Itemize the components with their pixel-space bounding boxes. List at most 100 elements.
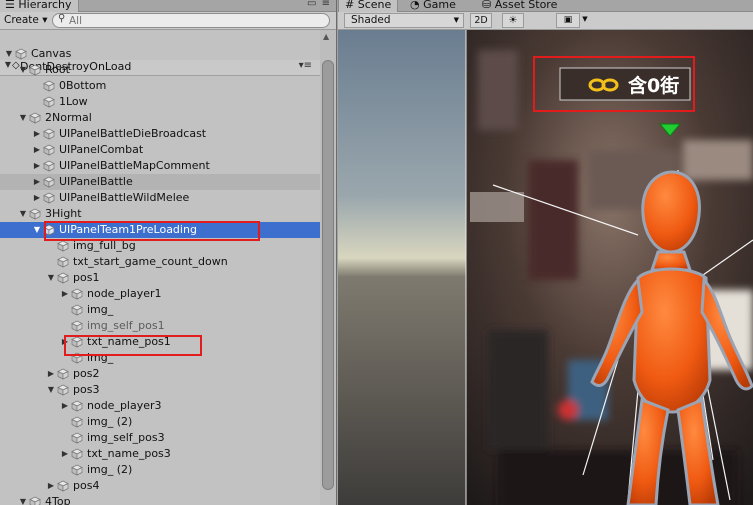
hierarchy-scrollbar[interactable]: ▲ [320, 30, 336, 505]
expand-arrow-icon[interactable]: ▶ [60, 334, 70, 350]
hierarchy-toolbar: Create ▾ ⚲ [0, 12, 336, 30]
collapse-arrow-icon[interactable]: ▼ [46, 382, 56, 398]
ui-placeholder-rect [470, 192, 524, 222]
collapse-arrow-icon[interactable]: ▼ [18, 206, 28, 222]
tree-item-label: txt_start_game_count_down [73, 255, 228, 268]
expand-arrow-icon[interactable]: ▶ [32, 174, 42, 190]
tree-item[interactable]: ▶ pos2 [0, 366, 320, 382]
collapse-arrow-icon[interactable]: ▼ [18, 494, 28, 505]
toggle-2d-button[interactable]: 2D [470, 13, 492, 28]
tree-item[interactable]: ▼ pos1 [0, 270, 320, 286]
tree-item-label: pos4 [73, 479, 100, 492]
shading-mode-label: Shaded [351, 14, 391, 26]
image-effects-dropdown-icon[interactable]: ▼ [580, 13, 590, 28]
gameobject-cube-icon [71, 352, 83, 364]
expand-arrow-icon[interactable]: ▶ [46, 366, 56, 382]
dropdown-arrow-icon: ▼ [453, 16, 459, 24]
tree-item[interactable]: ▼ Root [0, 62, 320, 78]
search-box[interactable]: ⚲ [52, 13, 330, 28]
tree-item[interactable]: ▼ 2Normal [0, 110, 320, 126]
tree-item-label: node_player3 [87, 399, 162, 412]
tree-item[interactable]: ▼ Canvas [0, 46, 320, 62]
tree-item[interactable]: ▶ txt_name_pos3 [0, 446, 320, 462]
tab-scene[interactable]: # Scene [338, 0, 399, 12]
tree-item[interactable]: ▶ node_player3 [0, 398, 320, 414]
expand-arrow-icon[interactable]: ▶ [32, 190, 42, 206]
tab-game[interactable]: ◔ Game [404, 0, 462, 12]
tree-item[interactable]: img_ [0, 350, 320, 366]
tree-item[interactable]: img_ (2) [0, 414, 320, 430]
expand-arrow-icon[interactable]: ▶ [32, 142, 42, 158]
expand-arrow-icon[interactable]: ▶ [32, 126, 42, 142]
tree-item[interactable]: img_self_pos3 [0, 430, 320, 446]
gameobject-cube-icon [71, 336, 83, 348]
gameobject-cube-icon [71, 304, 83, 316]
expand-arrow-icon[interactable]: ▶ [60, 398, 70, 414]
tree-item[interactable]: ▶ UIPanelBattleWildMelee [0, 190, 320, 206]
tree-item-label: pos2 [73, 367, 100, 380]
gameobject-cube-icon [71, 432, 83, 444]
tree-item[interactable]: ▼ UIPanelTeam1PreLoading [0, 222, 320, 238]
hierarchy-tab[interactable]: ☰ Hierarchy [0, 0, 79, 12]
hierarchy-tab-bar: ☰ Hierarchy ▭ ≡ [0, 0, 336, 12]
collapse-arrow-icon[interactable]: ▼ [32, 222, 42, 238]
tree-item[interactable]: txt_start_game_count_down [0, 254, 320, 270]
tree-item[interactable]: ▶ pos4 [0, 478, 320, 494]
gameobject-cube-icon [71, 320, 83, 332]
expand-arrow-icon[interactable]: ▶ [32, 158, 42, 174]
tree-item[interactable]: ▶ UIPanelBattleMapComment [0, 158, 320, 174]
expand-arrow-icon[interactable]: ▶ [46, 478, 56, 494]
expand-arrow-icon[interactable]: ▶ [60, 286, 70, 302]
tree-item-label: 3Hight [45, 207, 82, 220]
tree-item[interactable]: ▼ 3Hight [0, 206, 320, 222]
gameobject-cube-icon [43, 96, 55, 108]
collapse-arrow-icon[interactable]: ▼ [18, 62, 28, 78]
tab-scene-label: Scene [357, 0, 392, 11]
tab-asset-store-label: Asset Store [494, 0, 558, 11]
tree-item[interactable]: ▼ pos3 [0, 382, 320, 398]
search-input[interactable] [69, 14, 319, 27]
lighting-toggle-icon[interactable]: ☀ [502, 13, 524, 28]
gameobject-cube-icon [29, 208, 41, 220]
gameobject-cube-icon [43, 160, 55, 172]
tree-item[interactable]: ▼ 4Top [0, 494, 320, 505]
tree-item-label: Root [45, 63, 70, 76]
gameobject-cube-icon [29, 496, 41, 505]
scene-viewport[interactable]: 含0街 [338, 30, 753, 505]
gameobject-cube-icon [43, 176, 55, 188]
tree-item-label: 2Normal [45, 111, 92, 124]
collapse-arrow-icon[interactable]: ▼ [46, 270, 56, 286]
tree-item[interactable]: ▶ UIPanelBattleDieBroadcast [0, 126, 320, 142]
tree-item-label: UIPanelBattle [59, 175, 133, 188]
tree-item[interactable]: 0Bottom [0, 78, 320, 94]
tree-item[interactable]: img_ (2) [0, 462, 320, 478]
store-icon: ⛁ [482, 0, 492, 11]
tree-item[interactable]: img_ [0, 302, 320, 318]
tree-item-label: Canvas [31, 47, 72, 60]
image-effects-icon[interactable]: ▣ [556, 13, 580, 28]
create-dropdown[interactable]: Create ▾ [0, 13, 52, 28]
tab-asset-store[interactable]: ⛁ Asset Store [476, 0, 563, 12]
tree-item[interactable]: img_full_bg [0, 238, 320, 254]
tree-item[interactable]: ▶ node_player1 [0, 286, 320, 302]
tab-game-label: Game [423, 0, 456, 11]
tree-item-label: UIPanelTeam1PreLoading [59, 223, 197, 236]
tree-item-label: img_self_pos1 [87, 319, 165, 332]
scroll-up-icon[interactable]: ▲ [323, 32, 329, 41]
tree-item-label: 1Low [59, 95, 88, 108]
tree-item[interactable]: ▶ txt_name_pos1 [0, 334, 320, 350]
gameobject-cube-icon [43, 80, 55, 92]
gameobject-cube-icon [29, 64, 41, 76]
tree-item[interactable]: ▶ UIPanelCombat [0, 142, 320, 158]
expand-arrow-icon[interactable]: ▶ [60, 446, 70, 462]
tree-item-label: img_ [87, 303, 114, 316]
shading-mode-dropdown[interactable]: Shaded ▼ [344, 13, 464, 28]
tree-item-label: UIPanelCombat [59, 143, 144, 156]
tree-item[interactable]: img_self_pos1 [0, 318, 320, 334]
tree-item[interactable]: ▶ UIPanelBattle [0, 174, 320, 190]
panel-menu-icon[interactable]: ▭ ≡ [307, 0, 331, 9]
scroll-thumb[interactable] [322, 60, 334, 490]
collapse-arrow-icon[interactable]: ▼ [18, 110, 28, 126]
collapse-arrow-icon[interactable]: ▼ [4, 46, 14, 62]
tree-item[interactable]: 1Low [0, 94, 320, 110]
